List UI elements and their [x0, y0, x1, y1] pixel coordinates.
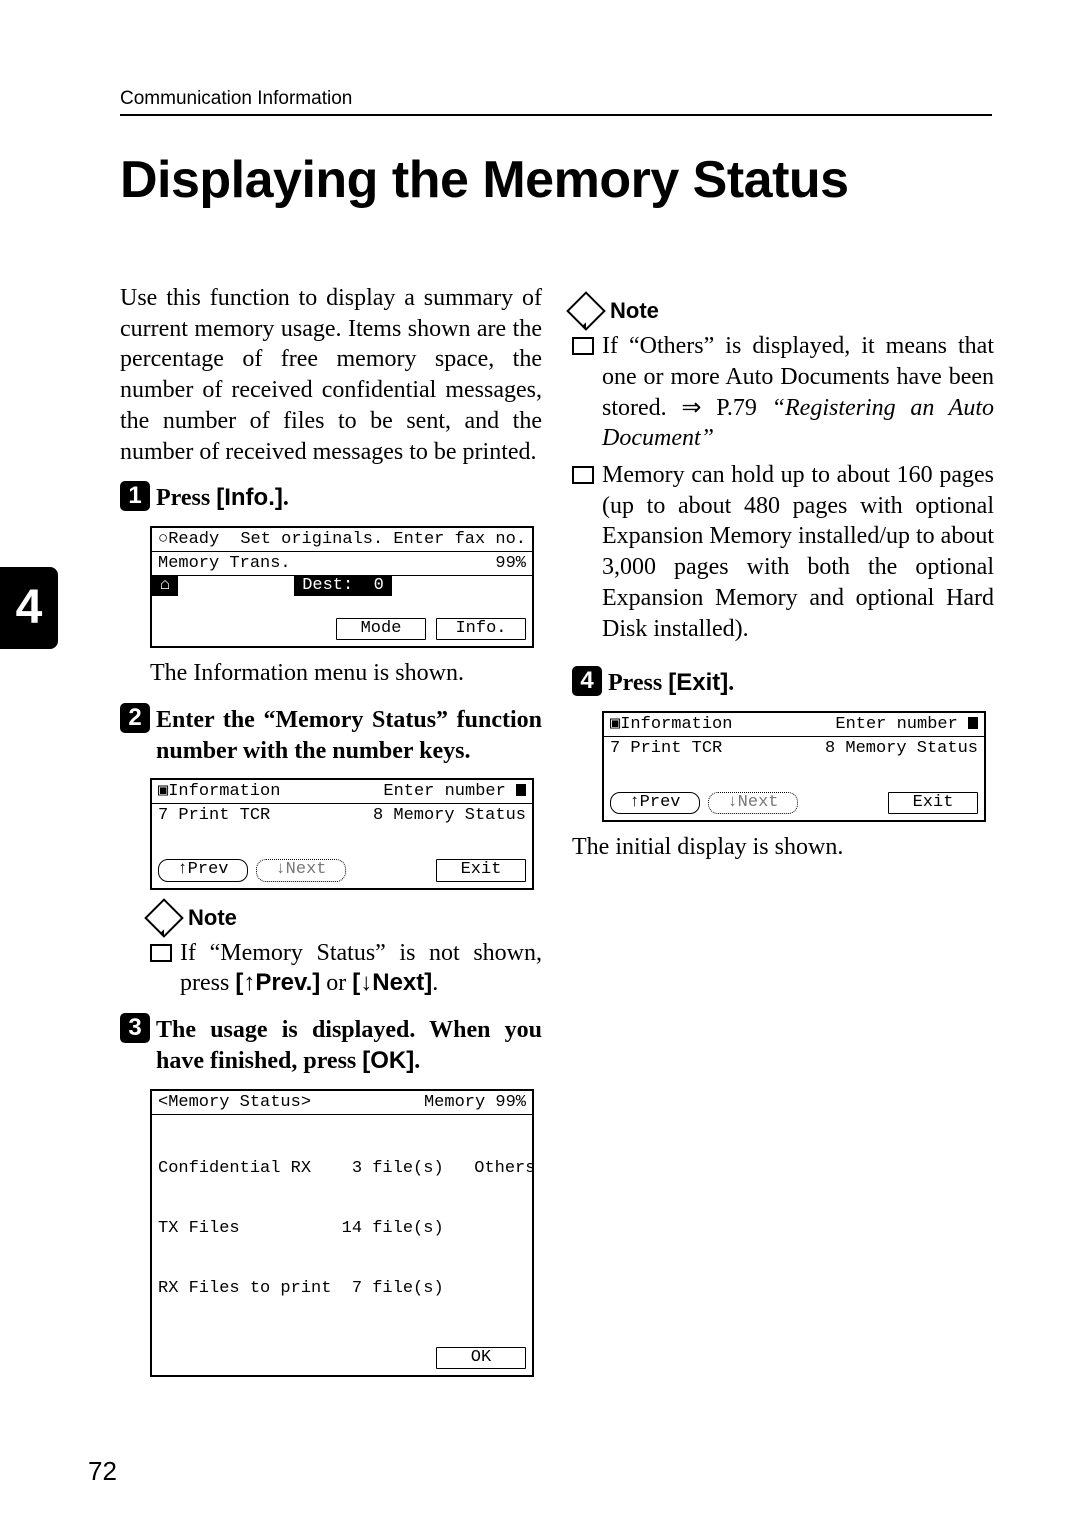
pencil-icon	[566, 291, 606, 331]
lcd3-title: <Memory Status>	[158, 1093, 311, 1113]
step-4-text-end: .	[728, 670, 734, 696]
chapter-tab: 4	[0, 567, 58, 649]
lcd4-exit-button: Exit	[888, 792, 978, 814]
lcd2-title: ▣Information	[158, 782, 280, 802]
lcd4-next-button: ↓Next	[708, 792, 798, 814]
lcd2-prompt: Enter number	[383, 782, 505, 801]
lcd1-mode-button: Mode	[336, 618, 426, 640]
right-note-2: Memory can hold up to about 160 pages (u…	[602, 460, 994, 644]
note-heading-right: Note	[572, 297, 994, 325]
lcd2-item-7: 7 Print TCR	[158, 806, 270, 826]
cursor-icon	[516, 784, 526, 796]
lcd3-line-1: Confidential RX 3 file(s) Others	[158, 1159, 526, 1179]
lcd1-info-button: Info.	[436, 618, 526, 640]
header-rule	[120, 114, 992, 116]
step-1: 1 Press [Info.].	[120, 481, 542, 514]
left-note-or: or	[320, 970, 352, 996]
note-bullet-icon	[572, 337, 594, 355]
step-4: 4 Press [Exit].	[572, 666, 994, 699]
lcd4-prev-button: ↑Prev	[610, 792, 700, 814]
step-4-text: Press	[608, 670, 668, 696]
note-label: Note	[610, 297, 659, 325]
lcd4-prompt: Enter number	[835, 715, 957, 734]
lcd4-title: ▣Information	[610, 715, 732, 735]
lcd1-memory-trans: Memory Trans.	[158, 554, 291, 574]
lcd3-ok-button: OK	[436, 1347, 526, 1369]
lcd4-item-8: 8 Memory Status	[825, 739, 978, 759]
lcd-screenshot-2: ▣Information Enter number 7 Print TCR 8 …	[150, 778, 534, 889]
left-note-item: If “Memory Status” is not shown, press […	[150, 938, 542, 999]
lcd2-next-button: ↓Next	[256, 859, 346, 881]
note-label: Note	[188, 904, 237, 932]
softkey-prev: [↑Prev.]	[235, 969, 320, 996]
lcd1-percent: 99%	[495, 554, 526, 574]
lcd2-exit-button: Exit	[436, 859, 526, 881]
lcd3-line-2: TX Files 14 file(s)	[158, 1219, 526, 1239]
step-4-result: The initial display is shown.	[572, 832, 994, 863]
step-3: 3 The usage is displayed. When you have …	[120, 1013, 542, 1076]
step-3-text-end: .	[414, 1048, 420, 1074]
step-1-text-end: .	[283, 485, 289, 511]
step-3-icon: 3	[120, 1013, 150, 1043]
pencil-icon	[144, 898, 184, 938]
softkey-next: [↓Next]	[352, 969, 432, 996]
lcd-screenshot-1: ○Ready Set originals. Enter fax no. Memo…	[150, 526, 534, 648]
cursor-icon	[968, 717, 978, 729]
lcd2-prev-button: ↑Prev	[158, 859, 248, 881]
lcd1-dest: Dest: 0	[294, 576, 392, 596]
step-2-icon: 2	[120, 703, 150, 733]
lcd2-item-8: 8 Memory Status	[373, 806, 526, 826]
lcd-screenshot-3: <Memory Status> Memory 99% Confidential …	[150, 1089, 534, 1378]
softkey-exit: [Exit]	[668, 669, 728, 696]
lcd1-dark-segment: ⌂	[152, 576, 178, 596]
lcd4-item-7: 7 Print TCR	[610, 739, 722, 759]
note-bullet-icon	[572, 466, 594, 484]
lcd-screenshot-4: ▣Information Enter number 7 Print TCR 8 …	[602, 711, 986, 822]
intro-paragraph: Use this function to display a summary o…	[120, 283, 542, 467]
step-1-result: The Information menu is shown.	[150, 658, 542, 689]
running-head: Communication Information	[120, 88, 352, 110]
lcd3-line-3: RX Files to print 7 file(s)	[158, 1279, 526, 1299]
step-1-icon: 1	[120, 481, 150, 511]
page-title: Displaying the Memory Status	[120, 150, 849, 210]
softkey-info: [Info.]	[216, 484, 283, 511]
lcd1-ready: ○Ready	[158, 530, 219, 550]
lcd1-prompt: Set originals. Enter fax no.	[240, 530, 526, 550]
step-3-text: The usage is displayed. When you have fi…	[156, 1017, 542, 1074]
page-number: 72	[88, 1456, 117, 1487]
right-note-item-2: Memory can hold up to about 160 pages (u…	[572, 460, 994, 644]
step-2-text: Enter the “Memory Status” function numbe…	[156, 703, 542, 766]
left-note-text-b: .	[432, 970, 438, 996]
step-4-icon: 4	[572, 666, 602, 696]
step-1-text: Press	[156, 485, 216, 511]
lcd3-memory: Memory 99%	[424, 1093, 526, 1113]
step-2: 2 Enter the “Memory Status” function num…	[120, 703, 542, 766]
note-bullet-icon	[150, 944, 172, 962]
right-note-item-1: If “Others” is displayed, it means that …	[572, 331, 994, 454]
note-heading-left: Note	[150, 904, 542, 932]
softkey-ok: [OK]	[362, 1047, 414, 1074]
